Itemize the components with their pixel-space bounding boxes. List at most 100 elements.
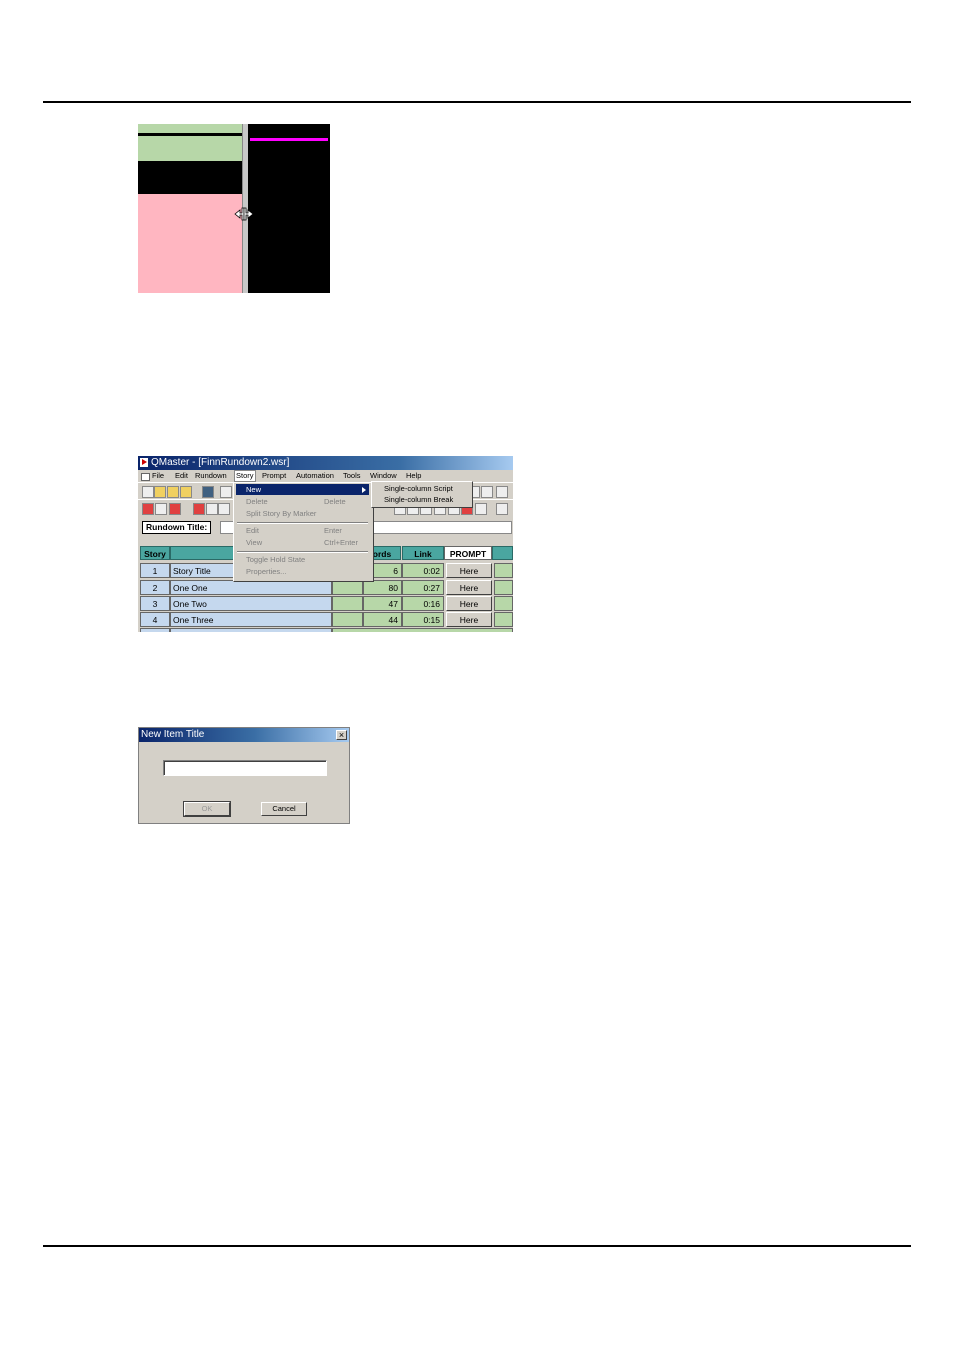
align-icon[interactable] bbox=[496, 486, 508, 498]
menu-prompt[interactable]: Prompt bbox=[262, 470, 286, 482]
story-title bbox=[170, 628, 332, 632]
menu-item-toggle-label: Toggle Hold State bbox=[246, 555, 306, 564]
save-icon[interactable] bbox=[202, 486, 214, 498]
pink-area bbox=[138, 191, 242, 293]
menu-shortcut: Delete bbox=[324, 497, 346, 506]
submenu-arrow-icon bbox=[362, 487, 366, 493]
ok-button[interactable]: OK bbox=[183, 801, 231, 817]
new-submenu: Single-column Script Single-column Break bbox=[371, 481, 473, 508]
story-number: 4 bbox=[140, 612, 170, 627]
footer-rule bbox=[43, 1245, 911, 1247]
resize-cursor-icon bbox=[234, 207, 254, 221]
clock-icon[interactable] bbox=[155, 503, 167, 515]
menu-rundown[interactable]: Rundown bbox=[195, 470, 227, 482]
submenu-single-column-break[interactable]: Single-column Break bbox=[384, 494, 453, 505]
menu-item-properties[interactable]: Properties... bbox=[236, 566, 369, 577]
menu-item-delete[interactable]: Delete Delete bbox=[236, 496, 369, 507]
menu-edit[interactable]: Edit bbox=[175, 470, 188, 482]
story-words: 80 bbox=[363, 580, 402, 595]
story-spacer bbox=[332, 612, 363, 627]
row-extra bbox=[494, 563, 513, 578]
open-folder-icon[interactable] bbox=[180, 486, 192, 498]
menu-item-edit[interactable]: Edit Enter bbox=[236, 525, 369, 536]
close-icon[interactable]: × bbox=[336, 730, 347, 740]
menu-automation[interactable]: Automation bbox=[296, 470, 334, 482]
app-icon bbox=[140, 458, 148, 467]
new-file-icon[interactable] bbox=[142, 486, 154, 498]
story-link: 0:15 bbox=[402, 612, 444, 627]
magenta-marker bbox=[250, 138, 328, 141]
tool-icon[interactable] bbox=[496, 503, 508, 515]
dialog-titlebar: New Item Title × bbox=[139, 728, 349, 742]
menu-item-split[interactable]: Split Story By Marker bbox=[236, 508, 369, 519]
prompt-here-button[interactable]: Here bbox=[446, 580, 492, 595]
menu-item-toggle-hold[interactable]: Toggle Hold State bbox=[236, 554, 369, 565]
tool-icon[interactable] bbox=[218, 503, 230, 515]
menu-separator bbox=[237, 522, 368, 524]
prompt-here-button[interactable]: Here bbox=[446, 596, 492, 611]
menu-item-view[interactable]: View Ctrl+Enter bbox=[236, 537, 369, 548]
item-title-input[interactable] bbox=[163, 760, 327, 776]
story-number bbox=[140, 628, 170, 632]
row-extra bbox=[494, 612, 513, 627]
open-folder-icon[interactable] bbox=[154, 486, 166, 498]
col-header-prompt[interactable]: PROMPT bbox=[444, 546, 492, 560]
record-icon[interactable] bbox=[169, 503, 181, 515]
menu-story[interactable]: Story bbox=[234, 470, 256, 482]
menu-item-delete-label: Delete bbox=[246, 497, 268, 506]
rundown-title-label: Rundown Title: bbox=[142, 521, 212, 534]
prompt-here-button[interactable]: Here bbox=[446, 563, 492, 578]
menu-item-properties-label: Properties... bbox=[246, 567, 287, 576]
story-title[interactable]: One One bbox=[170, 580, 332, 595]
open-folder-icon[interactable] bbox=[167, 486, 179, 498]
window-title: QMaster - [FinnRundown2.wsr] bbox=[151, 457, 290, 468]
cancel-button[interactable]: Cancel bbox=[261, 802, 307, 816]
story-spacer bbox=[332, 628, 513, 632]
story-menu: New Delete Delete Split Story By Marker … bbox=[233, 482, 374, 582]
qmaster-window: QMaster - [FinnRundown2.wsr] File Edit R… bbox=[138, 456, 513, 632]
story-spacer bbox=[332, 580, 363, 595]
green-band bbox=[138, 136, 242, 161]
menu-file[interactable]: File bbox=[152, 470, 164, 482]
menu-tools[interactable]: Tools bbox=[343, 470, 361, 482]
prompt-here-button[interactable]: Here bbox=[446, 612, 492, 627]
print-icon[interactable] bbox=[220, 486, 232, 498]
table-row[interactable]: 4 One Three 44 0:15 Here bbox=[140, 612, 513, 627]
story-words: 47 bbox=[363, 596, 402, 611]
dialog-title: New Item Title bbox=[141, 729, 205, 740]
align-icon[interactable] bbox=[481, 486, 493, 498]
delete-icon[interactable] bbox=[193, 503, 205, 515]
story-number: 3 bbox=[140, 596, 170, 611]
row-extra bbox=[494, 580, 513, 595]
table-row bbox=[140, 628, 513, 632]
table-row[interactable]: 2 One One 80 0:27 Here bbox=[140, 580, 513, 595]
header-rule bbox=[43, 101, 911, 103]
story-link: 0:27 bbox=[402, 580, 444, 595]
cancel-icon[interactable] bbox=[142, 503, 154, 515]
tool-icon[interactable] bbox=[206, 503, 218, 515]
submenu-single-column-script[interactable]: Single-column Script bbox=[384, 483, 453, 494]
story-number: 2 bbox=[140, 580, 170, 595]
story-spacer bbox=[332, 596, 363, 611]
menu-item-new[interactable]: New bbox=[236, 484, 369, 495]
story-title[interactable]: One Two bbox=[170, 596, 332, 611]
black-pane bbox=[248, 124, 330, 293]
splitter-screenshot bbox=[138, 124, 330, 293]
story-link: 0:02 bbox=[402, 563, 444, 578]
table-row[interactable]: 3 One Two 47 0:16 Here bbox=[140, 596, 513, 611]
window-titlebar: QMaster - [FinnRundown2.wsr] bbox=[138, 456, 513, 470]
col-header-extra bbox=[492, 546, 513, 560]
menu-shortcut: Enter bbox=[324, 526, 342, 535]
story-link: 0:16 bbox=[402, 596, 444, 611]
document-icon[interactable] bbox=[141, 473, 150, 481]
menu-shortcut: Ctrl+Enter bbox=[324, 538, 358, 547]
story-title[interactable]: One Three bbox=[170, 612, 332, 627]
menu-item-split-label: Split Story By Marker bbox=[246, 509, 317, 518]
story-words: 44 bbox=[363, 612, 402, 627]
menu-item-view-label: View bbox=[246, 538, 263, 547]
col-header-link[interactable]: Link bbox=[402, 546, 444, 560]
tool-icon[interactable] bbox=[475, 503, 487, 515]
menu-separator bbox=[237, 551, 368, 553]
col-header-story[interactable]: Story bbox=[140, 546, 170, 560]
green-band bbox=[138, 124, 242, 133]
